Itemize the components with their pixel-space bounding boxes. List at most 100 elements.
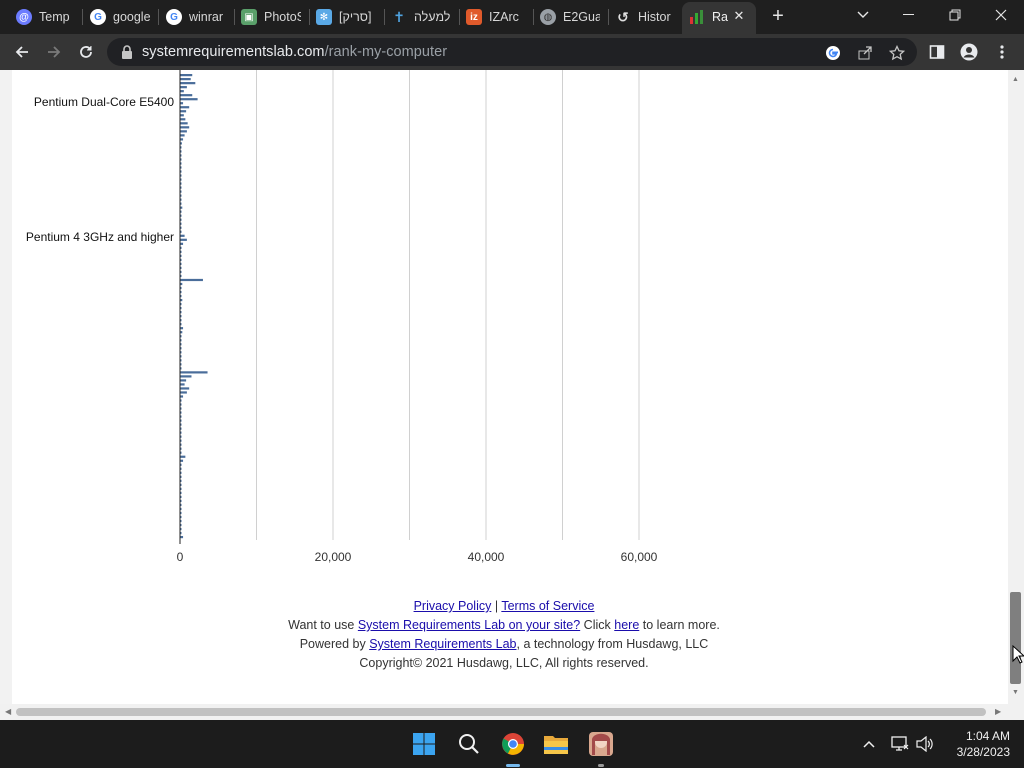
windows-taskbar: 1:04 AM 3/28/2023 — [0, 720, 1024, 768]
new-tab-button[interactable]: + — [768, 5, 788, 27]
tab-rank-my-computer[interactable]: Ra — [689, 6, 729, 28]
tab-title: Histor — [638, 10, 671, 24]
category-label: Pentium Dual-Core E5400 — [33, 95, 174, 109]
dagger-icon: ✝ — [393, 8, 405, 25]
tab-sarik[interactable]: ✻ [סריק] — [316, 6, 378, 28]
globe-icon: ◍ — [540, 9, 556, 25]
close-tab-icon[interactable]: ✕ — [733, 9, 745, 23]
cpu-bar[interactable] — [180, 82, 196, 85]
restore-button[interactable] — [944, 4, 966, 26]
back-button[interactable] — [11, 41, 33, 63]
cpu-bar[interactable] — [180, 90, 184, 93]
url-text[interactable]: systemrequirementslab.com/rank-my-comput… — [142, 44, 447, 60]
cpu-bar[interactable] — [180, 130, 187, 133]
tab-search-chevron-icon[interactable] — [852, 4, 874, 26]
cpu-bar[interactable] — [180, 391, 187, 394]
cpu-bar[interactable] — [180, 110, 187, 113]
url-path: /rank-my-computer — [324, 44, 448, 60]
scroll-down-arrow-icon[interactable]: ▼ — [1012, 689, 1020, 697]
share-icon[interactable] — [856, 44, 874, 62]
lock-icon[interactable] — [121, 45, 133, 59]
cpu-bar[interactable] — [180, 387, 190, 390]
tab-e2guardian[interactable]: ◍ E2Gua — [540, 6, 600, 28]
horizontal-scroll-thumb[interactable] — [16, 708, 986, 716]
cpu-bar[interactable] — [180, 94, 193, 97]
footer-text: Click — [583, 618, 611, 632]
footer-separator: | — [494, 599, 499, 613]
app-running-indicator — [598, 764, 604, 767]
cpu-bar[interactable] — [180, 114, 184, 117]
cpu-bar[interactable] — [180, 134, 185, 137]
anime-app-icon[interactable] — [588, 731, 614, 757]
mouse-cursor-icon — [1012, 645, 1024, 664]
cpu-bar[interactable] — [180, 455, 186, 458]
chrome-running-indicator — [506, 764, 520, 767]
cpu-bar[interactable] — [180, 118, 186, 121]
history-icon: ↺ — [617, 8, 629, 25]
here-link[interactable]: here — [614, 618, 639, 632]
tab-lemala[interactable]: ✝ למעלה — [391, 6, 453, 28]
scroll-right-arrow-icon[interactable]: ▶ — [995, 707, 1001, 716]
horizontal-scrollbar[interactable]: ◀ ▶ — [0, 704, 1008, 720]
srl-home-link[interactable]: System Requirements Lab — [369, 637, 516, 651]
tab-temp-mail[interactable]: @ Temp M — [16, 6, 74, 28]
windows-start-icon[interactable] — [411, 731, 437, 757]
reload-button[interactable] — [75, 41, 97, 63]
google-lens-icon[interactable] — [824, 44, 842, 62]
chart-plot — [179, 70, 640, 544]
footer-text: Powered by — [299, 637, 366, 651]
cpu-bar[interactable] — [180, 86, 187, 89]
cpu-bar[interactable] — [180, 375, 192, 378]
cpu-bar[interactable] — [180, 383, 185, 386]
cpu-bar[interactable] — [180, 106, 190, 109]
tab-photos[interactable]: ▣ PhotoS — [241, 6, 301, 28]
tab-winrar[interactable]: G winrar — [166, 6, 226, 28]
chrome-icon[interactable] — [500, 731, 526, 757]
forward-button[interactable] — [43, 41, 65, 63]
google-icon: G — [166, 9, 182, 25]
file-explorer-icon[interactable] — [543, 731, 569, 757]
tab-google[interactable]: G google — [90, 6, 150, 28]
cpu-bar[interactable] — [180, 98, 198, 101]
side-panel-icon[interactable] — [927, 43, 947, 61]
tab-izarc[interactable]: iz IZArc — [466, 6, 526, 28]
menu-kebab-icon[interactable] — [992, 43, 1012, 61]
volume-icon[interactable] — [915, 734, 935, 754]
cpu-bar[interactable] — [180, 74, 193, 77]
cpu-ranking-chart: Pentium Dual-Core E5400 Pentium 4 3GHz an… — [0, 70, 1008, 570]
close-window-button[interactable] — [990, 4, 1012, 26]
url-host: systemrequirementslab.com — [142, 44, 325, 60]
tab-title: Ra — [712, 10, 728, 24]
cpu-bar[interactable] — [180, 278, 203, 282]
copyright-text: Copyright© 2021 Husdawg, LLC, All rights… — [359, 656, 649, 670]
network-icon[interactable] — [890, 734, 910, 754]
izarc-icon: iz — [466, 9, 482, 25]
search-icon[interactable] — [456, 731, 482, 757]
address-bar[interactable]: systemrequirementslab.com/rank-my-comput… — [107, 38, 917, 66]
terms-of-service-link[interactable]: Terms of Service — [501, 599, 594, 613]
x-tick-label: 0 — [176, 550, 184, 564]
show-hidden-icons-chevron-icon[interactable] — [859, 734, 879, 754]
bookmark-star-icon[interactable] — [888, 44, 906, 62]
vertical-scrollbar[interactable]: ▲ ▼ — [1008, 70, 1024, 704]
cpu-bar[interactable] — [180, 122, 188, 125]
profile-avatar-icon[interactable] — [959, 43, 979, 61]
srl-icon — [689, 9, 705, 25]
vertical-scroll-thumb[interactable] — [1010, 592, 1021, 684]
srl-on-your-site-link[interactable]: System Requirements Lab on your site? — [358, 618, 580, 632]
tab-history[interactable]: ↺ Histor — [615, 6, 673, 28]
x-tick-label: 40,000 — [467, 550, 505, 564]
cpu-bar[interactable] — [180, 234, 185, 237]
cpu-bar[interactable] — [180, 78, 191, 81]
privacy-policy-link[interactable]: Privacy Policy — [414, 599, 492, 613]
cpu-bar[interactable] — [180, 126, 190, 129]
cpu-bar[interactable] — [180, 238, 187, 241]
system-clock[interactable]: 1:04 AM 3/28/2023 — [944, 728, 1010, 760]
x-tick-label: 60,000 — [620, 550, 658, 564]
scroll-up-arrow-icon[interactable]: ▲ — [1012, 76, 1020, 84]
cpu-bar[interactable] — [180, 371, 208, 374]
tab-title: google — [113, 10, 150, 24]
minimize-button[interactable] — [898, 4, 920, 26]
scroll-left-arrow-icon[interactable]: ◀ — [5, 707, 11, 716]
cpu-bar[interactable] — [180, 379, 187, 382]
